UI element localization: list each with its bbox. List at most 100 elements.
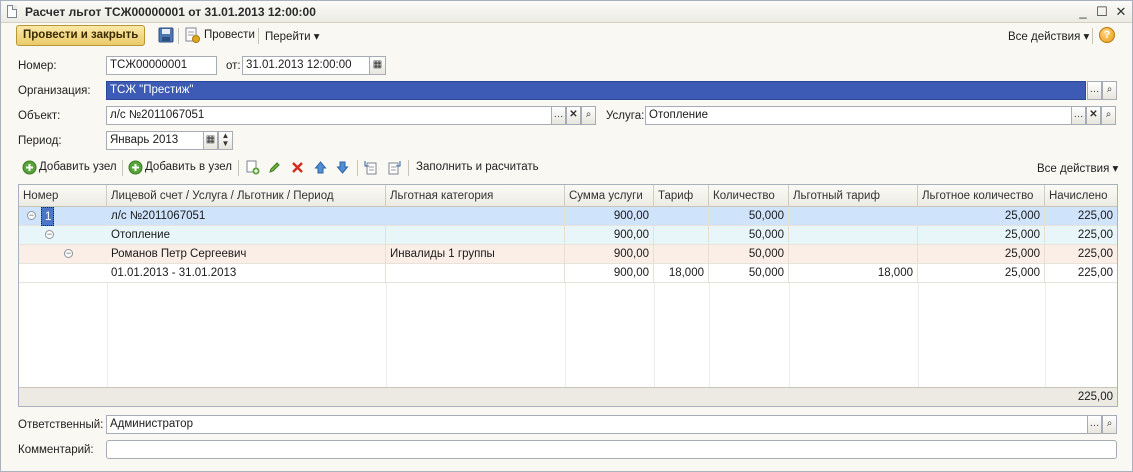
chevron-down-icon: ▾ [313,31,320,43]
benefit-quantity-cell: 25,000 [918,207,1045,226]
maximize-button[interactable]: ☐ [1094,4,1110,20]
search-icon[interactable]: ⌕ [1102,415,1117,434]
benefit-tariff-cell [789,245,918,264]
accrued-cell: 225,00 [1077,267,1113,279]
post-and-close-button[interactable]: Провести и закрыть [16,25,146,46]
column-header-category[interactable]: Льготная категория [386,185,565,207]
clear-icon[interactable]: ✕ [566,106,581,125]
minimize-button[interactable]: _ [1075,4,1091,20]
move-down-icon[interactable] [335,160,350,175]
level-down-icon[interactable] [387,160,402,175]
column-header-tariff[interactable]: Тариф [654,185,709,207]
help-icon[interactable]: ? [1099,27,1115,43]
table-row[interactable]: − Отопление 900,00 50,000 25,000 225,00 [19,226,1117,245]
delete-icon[interactable] [290,160,305,175]
search-icon[interactable]: ⌕ [1101,106,1116,125]
add-icon[interactable] [22,160,37,175]
quantity-cell: 50,000 [709,245,789,264]
category-cell [386,207,565,226]
add-node-button[interactable]: Добавить узел [39,161,117,173]
move-up-icon[interactable] [313,160,328,175]
benefit-quantity-cell: 25,000 [918,226,1045,245]
period-field[interactable]: Январь 2013 [106,131,204,150]
select-button[interactable]: … [1087,415,1102,434]
benefit-tariff-cell: 18,000 [789,264,918,283]
service-label: Услуга: [606,110,645,122]
column-header-benefit-quantity[interactable]: Льготное количество [918,185,1045,207]
period-label: Период: [18,135,62,147]
table-row[interactable]: − Романов Петр Сергеевич Инвалиды 1 груп… [19,245,1117,264]
column-divider [107,283,108,387]
service-field[interactable]: Отопление [645,106,1072,125]
column-divider [654,283,655,387]
select-button[interactable]: … [1071,106,1086,125]
calendar-icon[interactable]: ▦ [369,56,386,75]
quantity-cell: 50,000 [709,226,789,245]
column-header-accrued[interactable]: Начислено [1045,185,1117,207]
responsible-field[interactable]: Администратор [106,415,1088,434]
toolbar-separator [258,28,259,44]
date-field[interactable]: 31.01.2013 12:00:00 [242,56,370,75]
column-header-service-sum[interactable]: Сумма услуги [565,185,654,207]
benefit-quantity-cell: 25,000 [918,264,1045,283]
tariff-cell [654,245,709,264]
account-cell: л/с №2011067051 [107,207,386,226]
clear-icon[interactable]: ✕ [1086,106,1101,125]
comment-label: Комментарий: [18,444,94,456]
level-up-icon[interactable] [363,160,378,175]
category-cell [386,264,565,283]
total-accrued: 225,00 [1077,391,1113,403]
fill-and-calculate-button[interactable]: Заполнить и расчитать [416,161,539,173]
add-icon[interactable] [128,160,143,175]
date-label: от: [226,60,241,72]
number-label: Номер: [18,60,57,72]
toolbar-separator [238,160,239,176]
organization-field[interactable]: ТСЖ "Престиж" [106,81,1086,100]
table-row[interactable]: 01.01.2013 - 31.01.2013 900,00 18,000 50… [19,264,1117,283]
post-icon[interactable] [184,27,200,43]
command-bar: Провести и закрыть Провести Перейти ▾ Вс… [1,23,1132,49]
number-field[interactable]: ТСЖ00000001 [106,56,217,75]
post-button[interactable]: Провести [204,29,255,41]
column-header-quantity[interactable]: Количество [709,185,789,207]
toolbar-separator [357,160,358,176]
benefit-tariff-cell [789,226,918,245]
spinner-icon[interactable]: ▲ ▼ [218,131,233,150]
column-divider [565,283,566,387]
add-in-node-button[interactable]: Добавить в узел [145,161,232,173]
benefits-table: Номер Лицевой счет / Услуга / Льготник /… [18,184,1118,407]
tariff-cell: 18,000 [654,264,709,283]
column-header-account[interactable]: Лицевой счет / Услуга / Льготник / Перио… [107,185,386,207]
table-row[interactable]: − 1 л/с №2011067051 900,00 50,000 25,000… [19,207,1117,226]
column-divider [709,283,710,387]
all-actions-menu[interactable]: Все действия ▾ [1008,29,1089,43]
category-cell: Инвалиды 1 группы [386,245,565,264]
edit-icon[interactable] [267,160,282,175]
collapse-icon[interactable]: − [64,249,73,258]
comment-field[interactable] [106,440,1117,459]
column-divider [918,283,919,387]
quantity-cell: 50,000 [709,207,789,226]
collapse-icon[interactable]: − [45,230,54,239]
column-header-number[interactable]: Номер [19,185,107,207]
sum-cell: 900,00 [565,245,654,264]
search-icon[interactable]: ⌕ [581,106,596,125]
select-button[interactable]: … [551,106,566,125]
document-icon [7,5,17,18]
search-icon[interactable]: ⌕ [1102,81,1117,100]
accrued-cell: 225,00 [1077,248,1113,260]
calendar-icon[interactable]: ▦ [203,131,218,150]
copy-add-icon[interactable] [245,160,260,175]
column-header-benefit-tariff[interactable]: Льготный тариф [789,185,918,207]
save-icon[interactable] [158,27,174,43]
close-button[interactable]: ✕ [1113,4,1129,20]
goto-menu[interactable]: Перейти ▾ [265,29,320,43]
select-button[interactable]: … [1087,81,1102,100]
table-all-actions-menu[interactable]: Все действия ▾ [1037,161,1118,175]
collapse-icon[interactable]: − [27,211,36,220]
accrued-cell: 225,00 [1077,229,1113,241]
column-divider [386,283,387,387]
object-field[interactable]: л/с №2011067051 [106,106,552,125]
benefit-quantity-cell: 25,000 [918,245,1045,264]
title-bar: Расчет льгот ТСЖ00000001 от 31.01.2013 1… [1,1,1132,23]
